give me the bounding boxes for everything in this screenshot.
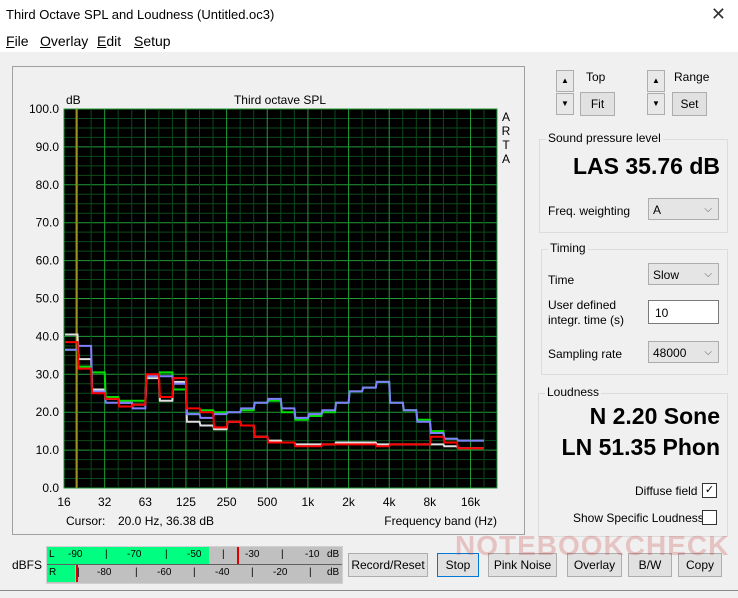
y-tick-label: 90.0 <box>36 140 60 154</box>
meter-tick: -10 <box>305 549 320 560</box>
x-tick-label: 500 <box>257 495 277 509</box>
range-label: Range <box>674 70 710 84</box>
time-value: Slow <box>653 268 680 282</box>
meter-tick: | <box>77 567 80 578</box>
chevron-down-icon: ⌵ <box>704 269 712 280</box>
diffuse-field-label: Diffuse field <box>635 484 698 498</box>
meter-right-channel: R <box>49 567 57 578</box>
meter-left-peak <box>237 547 240 564</box>
meter-tick: | <box>105 549 108 560</box>
spl-value: LAS 35.76 dB <box>573 153 720 179</box>
spl-group-title: Sound pressure level <box>546 131 663 145</box>
timing-group-title: Timing <box>548 241 588 255</box>
plot-area: 0.0 10.0 20.0 30.0 40.0 50.0 60.0 70.0 80.0 90.0 1… <box>29 102 511 509</box>
y-tick-label: 0.0 <box>42 481 59 495</box>
specific-loudness-label: Show Specific Loudness <box>573 511 704 525</box>
meter-tick: -30 <box>245 549 260 560</box>
x-tick-label: 8k <box>424 495 438 509</box>
y-tick-label: 30.0 <box>36 367 60 381</box>
integr-time-label-1: User defined <box>548 298 617 312</box>
y-tick-label: 40.0 <box>36 329 60 343</box>
check-icon: ✓ <box>704 484 715 496</box>
y-tick-label: 50.0 <box>36 292 60 306</box>
loudness-ln-value: LN 51.35 Phon <box>561 434 720 460</box>
meter-tick: -90 <box>68 549 83 560</box>
x-tick-label: 125 <box>176 495 196 509</box>
meter-tick: | <box>309 567 312 578</box>
meter-unit: dB <box>327 567 340 578</box>
top-label: Top <box>586 70 606 84</box>
cursor-value: 20.0 Hz, 36.38 dB <box>118 514 214 528</box>
range-down-button[interactable]: ▼ <box>647 93 665 115</box>
x-tick-label: 16 <box>57 495 71 509</box>
meter-left-channel: L <box>49 549 55 560</box>
side-label-char: T <box>502 138 510 152</box>
meter-tick: | <box>135 567 138 578</box>
y-tick-label: 20.0 <box>36 405 60 419</box>
meter-tick: | <box>165 549 168 560</box>
chart-title: Third octave SPL <box>234 93 326 107</box>
y-axis-label: dB <box>66 93 81 107</box>
meter-tick: | <box>222 549 225 560</box>
set-button[interactable]: Set <box>672 92 707 116</box>
top-up-button[interactable]: ▲ <box>556 70 574 92</box>
x-tick-label: 1k <box>302 495 316 509</box>
meter-left-row: L -90 | -70 | -50 | -30 | -10 dB <box>47 547 342 564</box>
loudness-n-value: N 2.20 Sone <box>589 403 720 429</box>
loudness-group-title: Loudness <box>545 385 602 399</box>
diffuse-field-checkbox[interactable]: ✓ <box>702 483 717 498</box>
y-tick-label: 70.0 <box>36 216 60 230</box>
side-label-char: A <box>502 110 510 124</box>
meter-tick: -20 <box>273 567 288 578</box>
y-tick-label: 100.0 <box>29 102 59 116</box>
meter-tick: -40 <box>215 567 230 578</box>
side-label-char: R <box>502 124 511 138</box>
time-label: Time <box>548 273 575 287</box>
freq-weighting-label: Freq. weighting <box>548 204 631 218</box>
time-select[interactable]: Slow ⌵ <box>648 263 719 285</box>
integr-time-input[interactable]: 10 <box>648 300 719 324</box>
meter-unit: dB <box>327 549 340 560</box>
x-axis-label: Frequency band (Hz) <box>384 514 497 528</box>
x-tick-label: 250 <box>217 495 237 509</box>
arrow-down-icon: ▼ <box>652 99 660 108</box>
chevron-down-icon: ⌵ <box>704 347 712 358</box>
x-tick-label: 4k <box>383 495 397 509</box>
x-tick-label: 32 <box>98 495 112 509</box>
meter-tick: | <box>193 567 196 578</box>
fit-button[interactable]: Fit <box>580 92 615 116</box>
y-tick-label: 80.0 <box>36 178 60 192</box>
meter-tick: | <box>281 549 284 560</box>
arrow-down-icon: ▼ <box>561 99 569 108</box>
sampling-rate-select[interactable]: 48000 ⌵ <box>648 341 719 363</box>
level-meter: L -90 | -70 | -50 | -30 | -10 dB R | -80… <box>46 546 343 584</box>
side-label-char: A <box>502 152 510 166</box>
specific-loudness-checkbox[interactable] <box>702 510 717 525</box>
arrow-up-icon: ▲ <box>561 76 569 85</box>
dbfs-label: dBFS <box>12 558 43 572</box>
range-up-button[interactable]: ▲ <box>647 70 665 92</box>
meter-tick: -60 <box>157 567 172 578</box>
sampling-rate-value: 48000 <box>653 346 687 360</box>
freq-weighting-value: A <box>653 203 662 217</box>
x-tick-label: 16k <box>461 495 481 509</box>
y-tick-label: 60.0 <box>36 254 60 268</box>
integr-time-label-2: integr. time (s) <box>548 313 625 327</box>
meter-tick: -70 <box>127 549 142 560</box>
sampling-rate-label: Sampling rate <box>548 347 623 361</box>
x-tick-label: 2k <box>342 495 356 509</box>
arrow-up-icon: ▲ <box>652 76 660 85</box>
cursor-label: Cursor: <box>66 514 105 528</box>
record-reset-button[interactable]: Record/Reset <box>348 553 428 577</box>
meter-tick: -50 <box>187 549 202 560</box>
top-down-button[interactable]: ▼ <box>556 93 574 115</box>
watermark: NOTEBOOKCHECK <box>455 530 730 561</box>
meter-tick: | <box>251 567 254 578</box>
meter-tick: -80 <box>97 567 112 578</box>
chevron-down-icon: ⌵ <box>704 204 712 215</box>
y-tick-label: 10.0 <box>36 443 60 457</box>
meter-right-row: R | -80 | -60 | -40 | -20 | dB <box>47 565 342 582</box>
freq-weighting-select[interactable]: A ⌵ <box>648 198 719 220</box>
x-tick-label: 63 <box>139 495 153 509</box>
